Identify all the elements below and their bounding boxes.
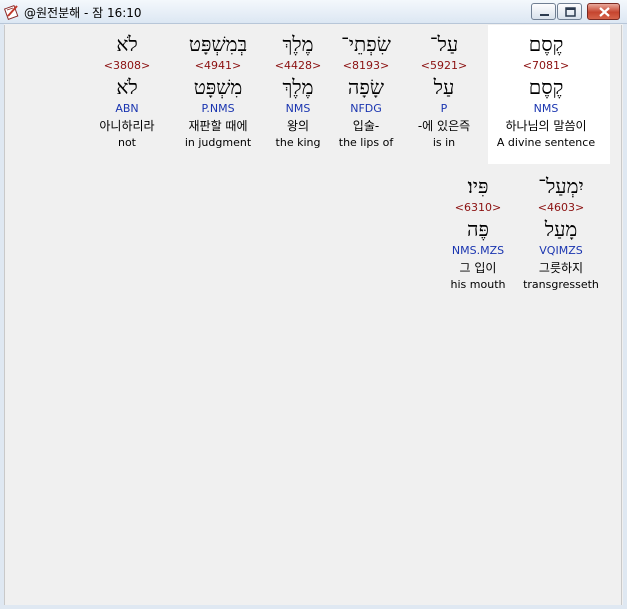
lemma: קֶסֶם [528,75,564,99]
hebrew-word: יִמְעַל־ [538,174,584,198]
morph-code[interactable]: NMS [496,102,596,116]
minimize-icon [540,14,549,16]
maximize-icon [565,7,576,17]
notebook-pen-icon[interactable] [4,4,20,20]
close-icon [599,7,610,17]
english-gloss: A divine sentence [496,136,596,149]
english-gloss: not [117,136,136,149]
window-border-right [623,24,627,609]
morph-code[interactable]: P [394,102,494,116]
lemma: לֹא [116,75,138,99]
lemma: מָעַל [544,217,578,241]
korean-gloss: 그릇하지 [538,261,584,275]
korean-gloss: 아니하리라 [99,119,155,133]
morph-code[interactable]: ABN [77,102,177,116]
word-column[interactable]: יִמְעַל־ <4603> מָעַל VQIMZS 그릇하지 transg… [511,174,611,292]
english-gloss: transgresseth [523,278,599,291]
minimize-button[interactable] [531,3,556,20]
morph-code[interactable]: VQIMZS [511,244,611,258]
lemma: עַל [433,75,455,99]
strongs-number[interactable]: <4603> [511,201,611,215]
hebrew-word: עַל־ [429,32,459,56]
strongs-number[interactable]: <3808> [77,59,177,73]
hebrew-word: קֶסֶם [528,32,564,56]
maximize-button[interactable] [557,3,582,20]
word-column[interactable]: עַל־ <5921> עַל P -에 있은즉 is in [394,32,494,150]
korean-gloss: 하나님의 말씀이 [505,119,587,133]
english-gloss: is in [432,136,456,149]
window-title: @원전분해 - 잠 16:10 [24,6,142,20]
window-border-bottom [0,605,627,609]
hebrew-word: לֹא [116,32,138,56]
close-button[interactable] [587,3,620,20]
interlinear-window: @원전분해 - 잠 16:10 לֹא <3808> לֹא ABN 아니하리라… [0,0,627,609]
strongs-number[interactable]: <7081> [496,59,596,73]
word-column[interactable]: לֹא <3808> לֹא ABN 아니하리라 not [77,32,177,150]
strongs-number[interactable]: <5921> [394,59,494,73]
word-column-selected[interactable]: קֶסֶם <7081> קֶסֶם NMS 하나님의 말씀이 A divine… [496,32,596,150]
korean-gloss: -에 있은즉 [417,119,471,133]
title-bar[interactable]: @원전분해 - 잠 16:10 [0,0,627,24]
